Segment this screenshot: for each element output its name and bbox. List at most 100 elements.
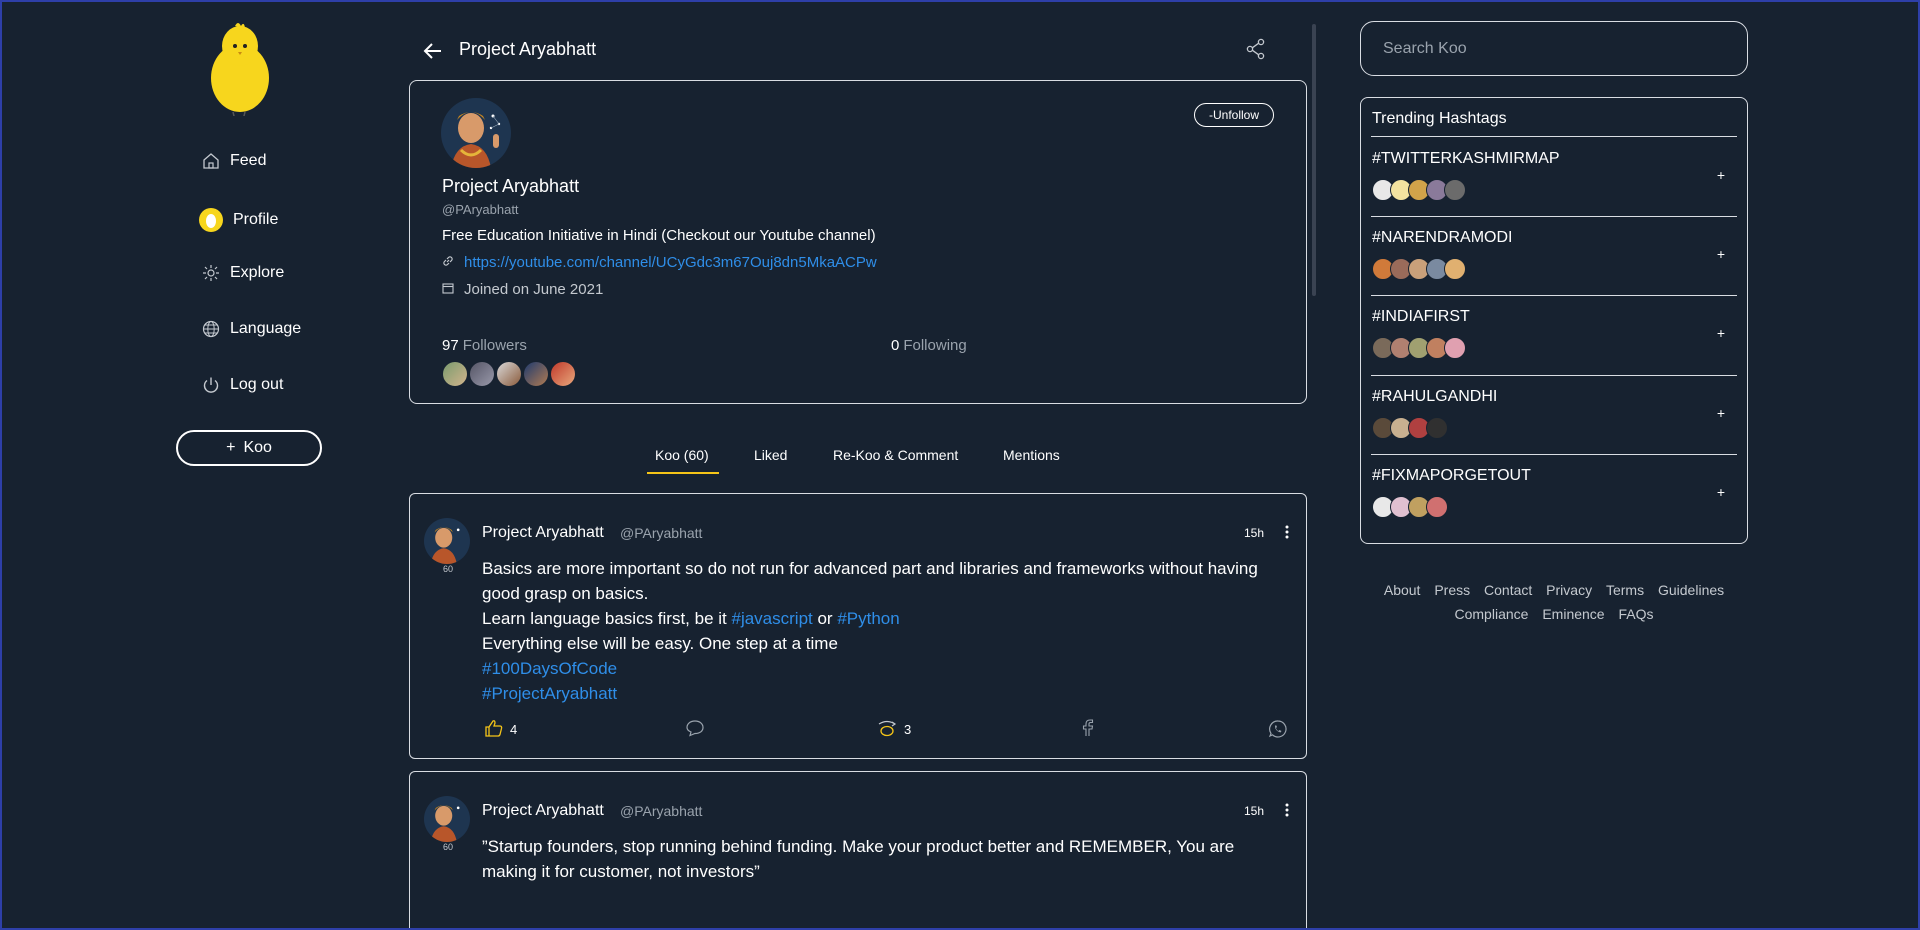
- follow-hashtag-button[interactable]: +: [1717, 246, 1725, 262]
- comment-button[interactable]: [685, 719, 705, 740]
- post-text-line: Learn language basics first, be it #java…: [482, 609, 900, 628]
- follow-hashtag-button[interactable]: +: [1717, 167, 1725, 183]
- profile-name: Project Aryabhatt: [442, 176, 580, 196]
- footer-link-compliance[interactable]: Compliance: [1455, 606, 1529, 622]
- nav-item-profile[interactable]: Profile: [199, 208, 278, 232]
- follow-hashtag-button[interactable]: +: [1717, 405, 1725, 421]
- footer-link-about[interactable]: About: [1384, 582, 1421, 598]
- back-arrow-icon[interactable]: [422, 40, 444, 62]
- nav-item-label: Feed: [230, 152, 267, 169]
- whatsapp-icon: [1268, 719, 1288, 742]
- avatar-badge: 60: [443, 564, 454, 574]
- trending-item[interactable]: #TWITTERKASHMIRMAP +: [1371, 137, 1737, 215]
- trending-avatars: [1372, 179, 1466, 201]
- unfollow-button[interactable]: -Unfollow: [1193, 103, 1274, 127]
- trending-item[interactable]: #INDIAFIRST +: [1371, 295, 1737, 373]
- profile-bio: Free Education Initiative in Hindi (Chec…: [442, 227, 876, 244]
- tab-mentions[interactable]: Mentions: [1003, 447, 1060, 463]
- follower-avatar: [550, 361, 576, 387]
- follower-avatars[interactable]: [442, 361, 577, 387]
- footer-link-guidelines[interactable]: Guidelines: [1658, 582, 1724, 598]
- post-avatar[interactable]: [424, 796, 470, 842]
- post-card[interactable]: 60 Project Aryabhatt @PAryabhatt 15h Bas…: [409, 493, 1307, 759]
- hashtag-link[interactable]: #Python: [837, 609, 899, 628]
- follower-avatar: [523, 361, 549, 387]
- comment-icon: [685, 719, 705, 740]
- footer-link-terms[interactable]: Terms: [1606, 582, 1644, 598]
- tab-rekoo-comment[interactable]: Re-Koo & Comment: [833, 447, 958, 463]
- footer-link-privacy[interactable]: Privacy: [1546, 582, 1592, 598]
- koo-compose-button[interactable]: + Koo: [176, 430, 322, 466]
- followers-count[interactable]: 97 Followers: [442, 337, 527, 354]
- profile-joined-row: Joined on June 2021: [442, 281, 603, 298]
- rekoo-button[interactable]: 3: [876, 719, 911, 740]
- post-time: 15h: [1243, 804, 1264, 818]
- page-title: Project Aryabhatt: [459, 39, 597, 59]
- plus-icon: +: [226, 439, 236, 456]
- profile-link[interactable]: https://youtube.com/channel/UCyGdc3m67Ou…: [464, 254, 877, 271]
- facebook-share-button[interactable]: [1080, 719, 1094, 740]
- trending-tag: #NARENDRAMODI: [1372, 229, 1513, 246]
- footer-links: About Press Contact Privacy Terms Guidel…: [1360, 578, 1748, 626]
- post-text: ”Startup founders, stop running behind f…: [482, 837, 1235, 881]
- whatsapp-share-button[interactable]: [1268, 719, 1288, 742]
- hashtag-link[interactable]: #100DaysOfCode: [482, 659, 617, 678]
- like-button[interactable]: 4: [484, 719, 517, 740]
- nav-item-explore[interactable]: Explore: [202, 264, 284, 282]
- profile-avatar: [441, 98, 511, 168]
- post-actions: 4 3: [410, 719, 1308, 743]
- footer-link-faqs[interactable]: FAQs: [1618, 606, 1653, 622]
- kebab-menu-icon[interactable]: [1284, 525, 1290, 539]
- trending-tag: #FIXMAPORGETOUT: [1372, 467, 1531, 484]
- post-text-line: Basics are more important so do not run …: [482, 559, 1258, 603]
- post-avatar[interactable]: [424, 518, 470, 564]
- trending-tag: #INDIAFIRST: [1372, 308, 1470, 325]
- kebab-menu-icon[interactable]: [1284, 803, 1290, 817]
- post-card[interactable]: 60 Project Aryabhatt @PAryabhatt 15h ”St…: [409, 771, 1307, 928]
- koo-logo[interactable]: [207, 20, 273, 121]
- trending-item[interactable]: #RAHULGANDHI +: [1371, 375, 1737, 453]
- footer-link-press[interactable]: Press: [1434, 582, 1470, 598]
- follow-hashtag-button[interactable]: +: [1717, 325, 1725, 341]
- tab-liked[interactable]: Liked: [754, 447, 787, 463]
- nav-item-label: Language: [230, 320, 302, 337]
- user-avatar: [1426, 417, 1448, 439]
- post-author[interactable]: Project Aryabhatt: [482, 524, 604, 542]
- trending-item[interactable]: #FIXMAPORGETOUT +: [1371, 454, 1737, 532]
- trending-avatars: [1372, 258, 1466, 280]
- globe-icon: [202, 320, 220, 338]
- nav-item-feed[interactable]: Feed: [202, 152, 266, 170]
- trending-hashtags-card: Trending Hashtags #TWITTERKASHMIRMAP + #…: [1360, 97, 1748, 544]
- link-icon: [442, 254, 454, 271]
- tab-koo[interactable]: Koo (60): [655, 447, 709, 463]
- post-time: 15h: [1243, 526, 1264, 540]
- scrollbar-thumb[interactable]: [1312, 24, 1316, 296]
- nav-item-logout[interactable]: Log out: [202, 376, 283, 394]
- trending-tag: #TWITTERKASHMIRMAP: [1372, 150, 1560, 167]
- hashtag-link[interactable]: #javascript: [731, 609, 812, 628]
- nav-item-label: Profile: [233, 211, 279, 228]
- hashtag-link[interactable]: #ProjectAryabhatt: [482, 684, 617, 703]
- nav-item-label: Log out: [230, 376, 284, 393]
- calendar-icon: [442, 281, 454, 298]
- footer-link-contact[interactable]: Contact: [1484, 582, 1532, 598]
- post-author[interactable]: Project Aryabhatt: [482, 802, 604, 820]
- profile-handle: @PAryabhatt: [442, 202, 519, 217]
- follow-hashtag-button[interactable]: +: [1717, 484, 1725, 500]
- explore-icon: [202, 264, 220, 282]
- user-avatar: [1426, 496, 1448, 518]
- facebook-icon: [1080, 719, 1094, 740]
- post-handle: @PAryabhatt: [620, 803, 703, 819]
- thumbs-up-icon: [484, 719, 504, 740]
- share-icon[interactable]: [1246, 38, 1266, 60]
- trending-item[interactable]: #NARENDRAMODI +: [1371, 216, 1737, 294]
- post-text-line: Everything else will be easy. One step a…: [482, 634, 838, 653]
- search-input[interactable]: [1360, 21, 1748, 76]
- power-icon: [202, 376, 220, 394]
- profile-avatar-icon: [199, 208, 223, 232]
- following-count[interactable]: 0 Following: [891, 337, 967, 354]
- footer-link-eminence[interactable]: Eminence: [1542, 606, 1604, 622]
- avatar-badge: 60: [443, 842, 454, 852]
- nav-item-label: Explore: [230, 264, 285, 281]
- nav-item-language[interactable]: Language: [202, 320, 301, 338]
